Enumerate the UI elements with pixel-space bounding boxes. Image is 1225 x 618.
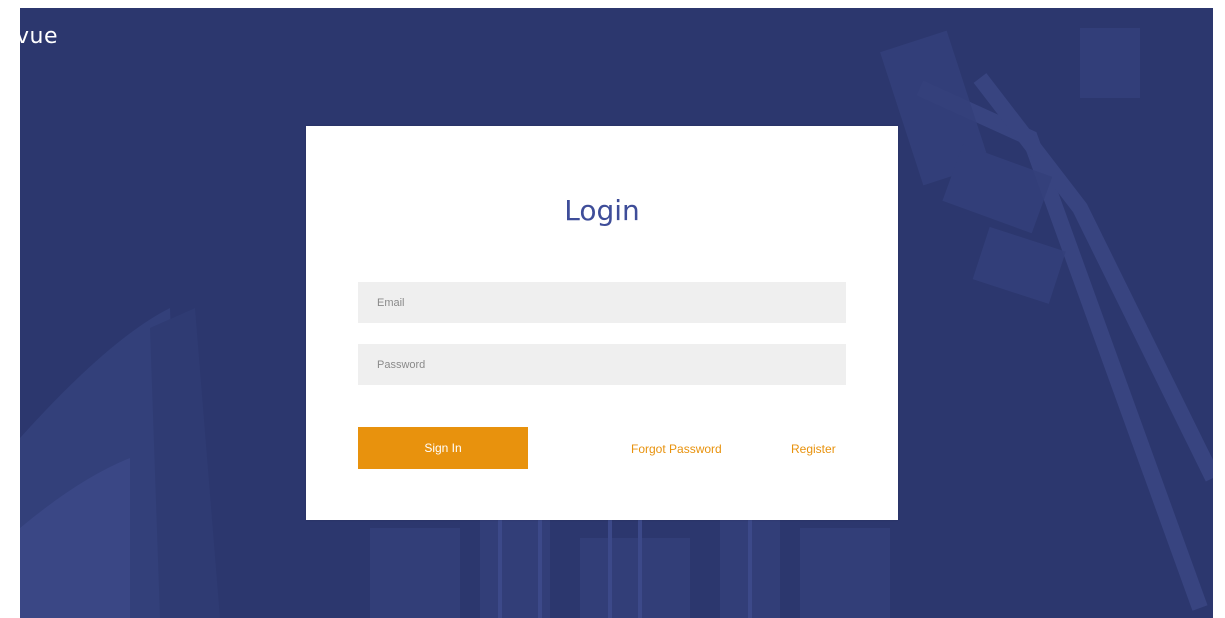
- forgot-password-link[interactable]: Forgot Password: [631, 442, 722, 456]
- email-field[interactable]: [358, 282, 846, 323]
- login-page: vue Login Sign In Forgot Password Regist…: [20, 8, 1213, 618]
- brand-logo[interactable]: vue: [20, 24, 58, 49]
- sign-in-button[interactable]: Sign In: [358, 427, 528, 469]
- register-link[interactable]: Register: [791, 442, 836, 456]
- login-card: Login Sign In Forgot Password Register: [306, 126, 898, 520]
- password-field[interactable]: [358, 344, 846, 385]
- login-title: Login: [564, 194, 640, 227]
